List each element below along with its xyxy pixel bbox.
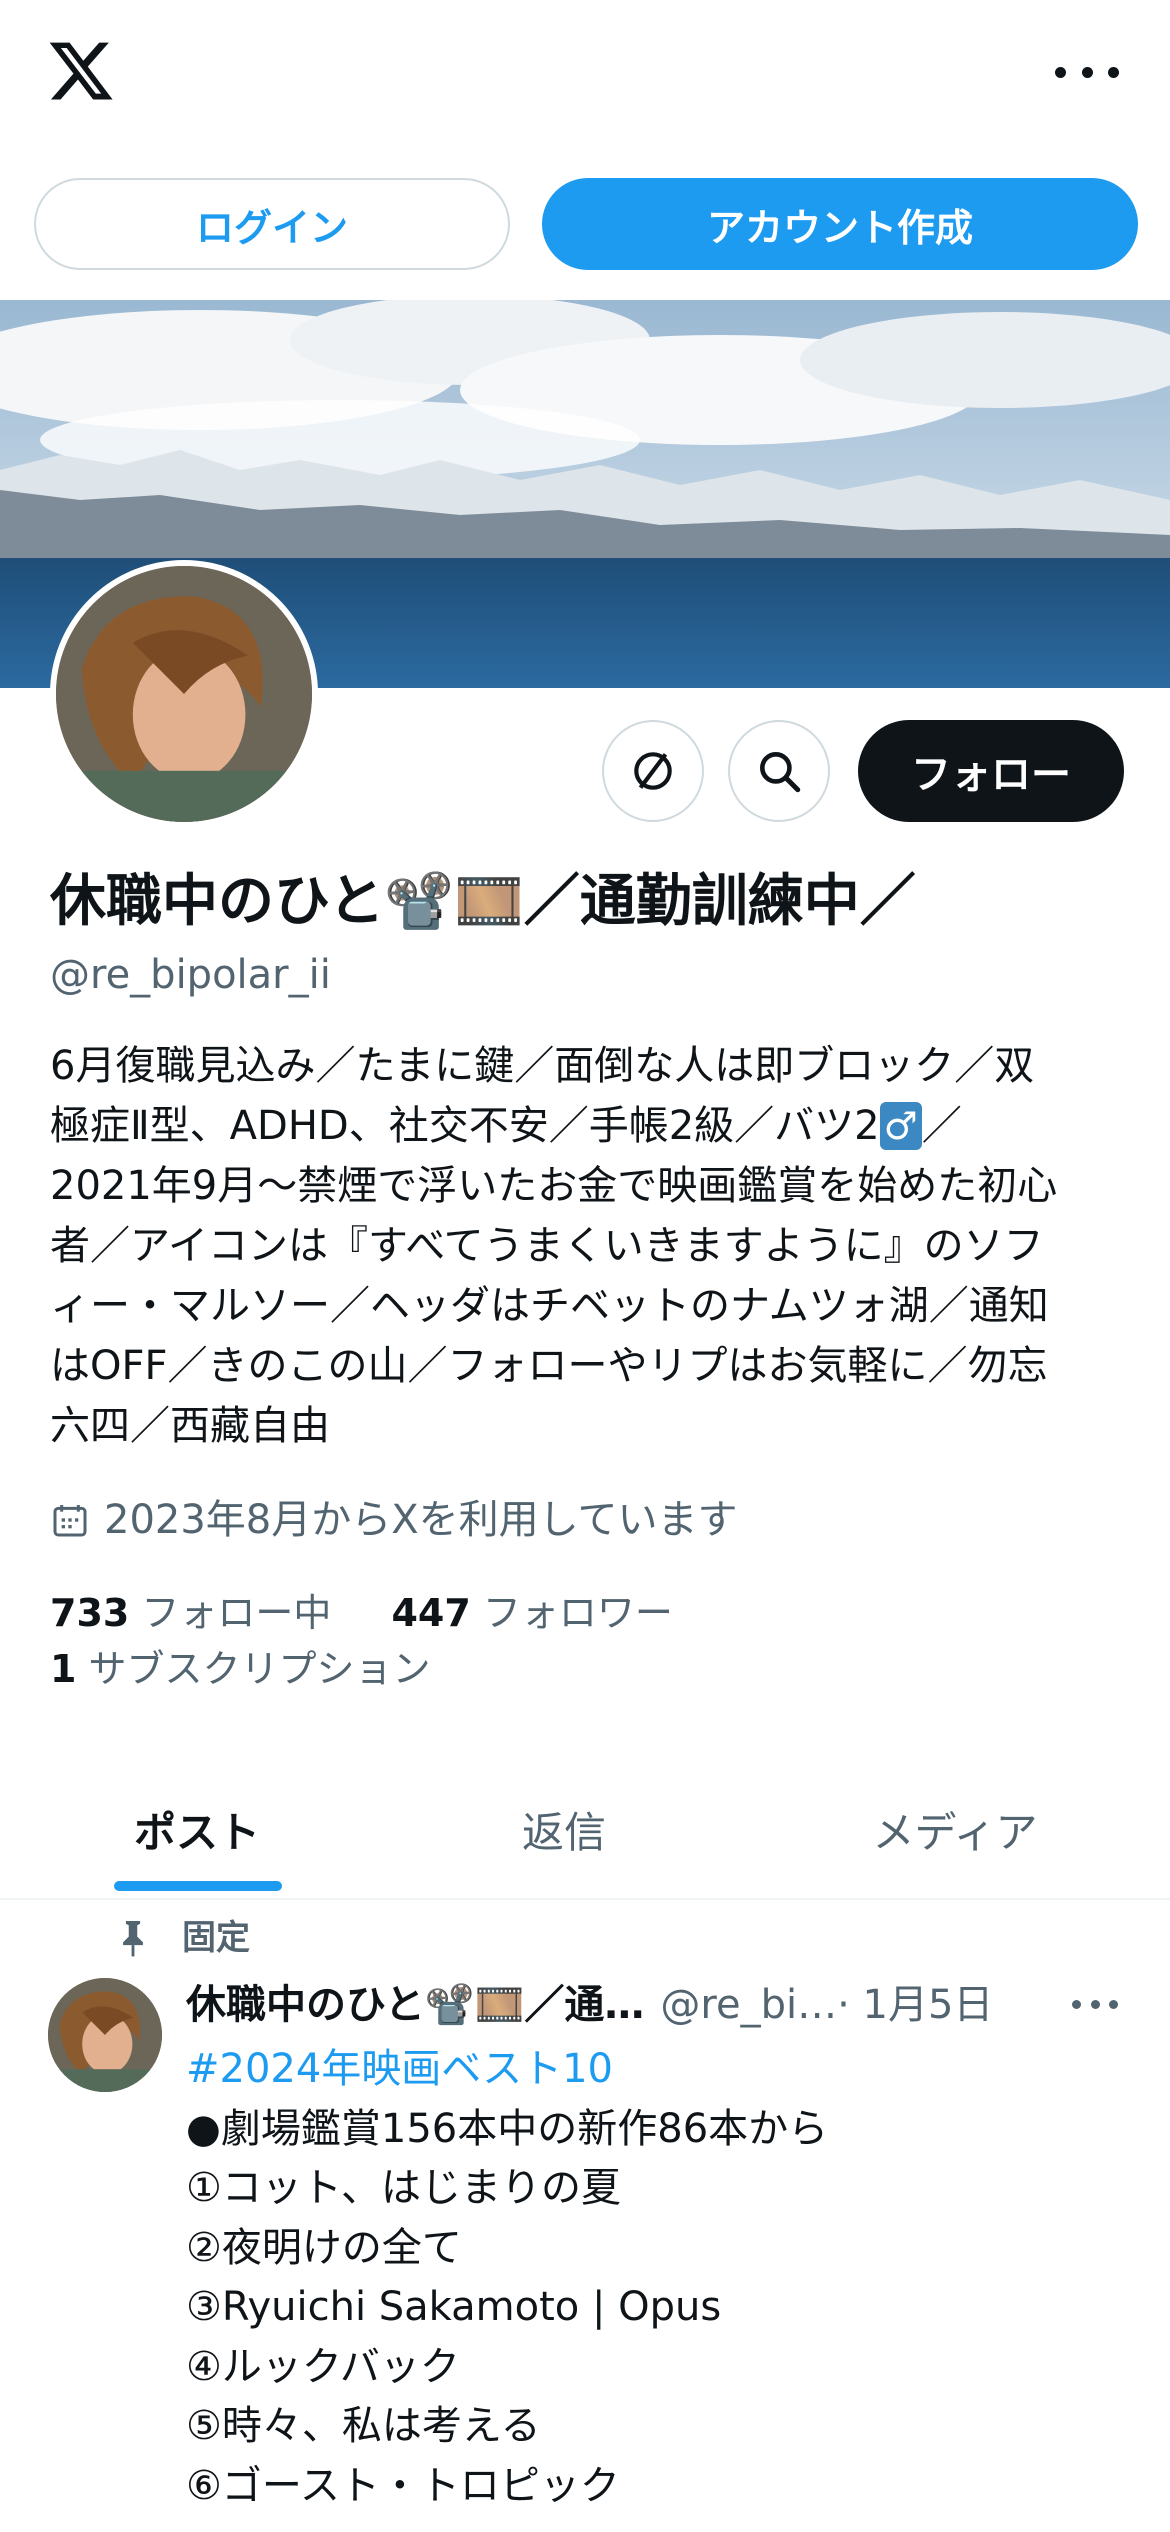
profile-handle: @re_bipolar_ii <box>50 952 331 998</box>
bio-line: 2021年9月〜禁煙で浮いたお金で映画鑑賞を始めた初心 <box>50 1163 1058 1209</box>
post-author-handle[interactable]: @re_bi… <box>660 1975 837 2035</box>
post-author-name[interactable]: 休職中のひと📽️🎞️／通… <box>186 1975 644 2035</box>
calendar-icon <box>53 1505 87 1537</box>
bio-line: 者／アイコンは『すべてうまくいきますように』のソフ <box>50 1223 1044 1269</box>
tab-posts[interactable]: ポスト <box>40 1760 354 1898</box>
post-date[interactable]: · 1月5日 <box>837 1975 993 2035</box>
bio-line: 極症Ⅱ型、ADHD、社交不安／手帳2級／バツ2 ♂ ／ <box>50 1102 962 1150</box>
post-author-avatar[interactable] <box>48 1978 162 2092</box>
post-line: ②夜明けの全て <box>186 2224 462 2271</box>
tab-media[interactable]: メディア <box>800 1760 1110 1898</box>
profile-tabs: ポスト 返信 メディア <box>0 1760 1170 1900</box>
subscriptions-link[interactable]: 1 サブスクリプション <box>50 1641 431 1697</box>
male-sign-emoji: ♂ <box>879 1102 922 1150</box>
following-link[interactable]: 733 フォロー中 <box>50 1585 331 1641</box>
x-logo-icon[interactable] <box>46 36 116 106</box>
pin-icon <box>123 1921 143 1957</box>
more-horizontal-icon[interactable] <box>1055 50 1119 94</box>
post-line: ⑤時々、私は考える <box>186 2403 541 2449</box>
signup-button[interactable]: アカウント作成 <box>542 178 1138 270</box>
follow-button[interactable]: フォロー <box>858 720 1124 822</box>
post-line: ①コット、はじまりの夏 <box>186 2165 622 2211</box>
post-more-icon[interactable] <box>1072 2000 1118 2012</box>
profile-bio: 6月復職見込み／たまに鍵／面倒な人は即ブロック／双 極症Ⅱ型、ADHD、社交不安… <box>50 1036 1130 1456</box>
post-line: ③Ryuichi Sakamoto | Opus <box>186 2284 722 2330</box>
login-button[interactable]: ログイン <box>34 178 510 270</box>
bio-line: 六四／西藏自由 <box>50 1403 330 1449</box>
bio-line: ィー・マルソー／ヘッダはチベットのナムツォ湖／通知 <box>50 1283 1049 1329</box>
block-icon[interactable] <box>602 720 704 822</box>
display-name: 休職中のひと📽️🎞️／通勤訓練中／ <box>50 869 916 934</box>
post-line: ⑥ゴースト・トロピック <box>186 2462 620 2509</box>
joined-date: 2023年8月からXを利用しています <box>50 1490 737 1550</box>
bio-line: はOFF／きのこの山／フォローやリプはお気軽に／勿忘 <box>50 1343 1048 1389</box>
post-line: ●劇場鑑賞156本中の新作86本から <box>186 2105 829 2152</box>
pinned-indicator: 固定 <box>116 1913 250 1963</box>
hashtag-link[interactable]: #2024年映画ベスト10 <box>186 2040 1136 2100</box>
profile-stats: 733 フォロー中 447 フォロワー 1 サブスクリプション <box>50 1585 673 1697</box>
post-header: 休職中のひと📽️🎞️／通… @re_bi… · 1月5日 <box>186 1975 1136 2035</box>
search-icon[interactable] <box>728 720 830 822</box>
post-text: #2024年映画ベスト10 ●劇場鑑賞156本中の新作86本から ①コット、はじ… <box>186 2040 1136 2516</box>
bio-line: 6月復職見込み／たまに鍵／面倒な人は即ブロック／双 <box>50 1043 1035 1089</box>
followers-link[interactable]: 447 フォロワー <box>391 1585 672 1641</box>
post-line: ④ルックバック <box>186 2343 460 2390</box>
profile-avatar[interactable] <box>50 560 318 828</box>
active-tab-indicator <box>114 1881 282 1891</box>
tab-replies[interactable]: 返信 <box>414 1760 714 1898</box>
top-bar <box>0 0 1170 150</box>
